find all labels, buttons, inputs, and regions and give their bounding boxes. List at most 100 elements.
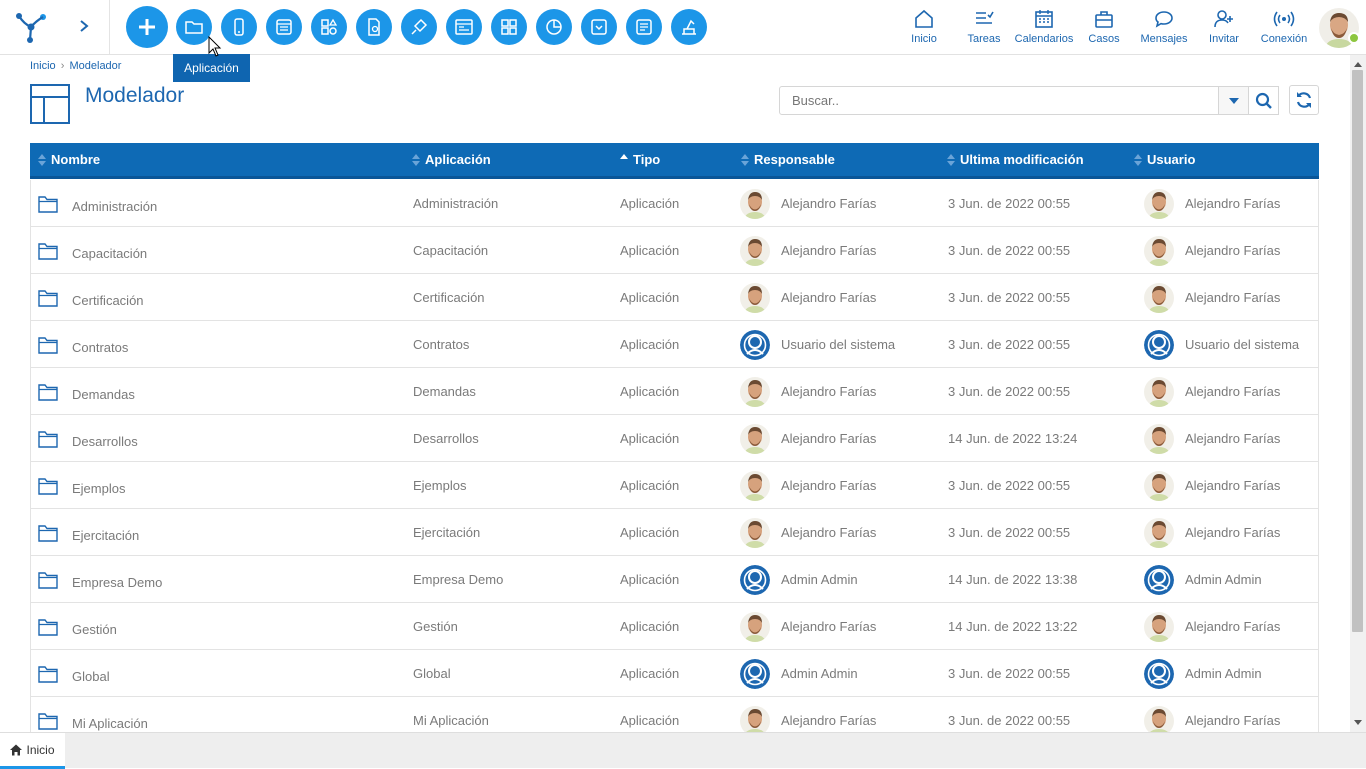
cell-modificacion: 3 Jun. de 2022 00:55 <box>948 713 1071 728</box>
cell-usuario: Alejandro Farías <box>1144 462 1280 509</box>
add-button[interactable] <box>126 6 168 48</box>
chart-button[interactable] <box>536 9 572 45</box>
breadcrumb-current: Modelador <box>69 60 122 72</box>
grid-button[interactable] <box>491 9 527 45</box>
nav-calendarios[interactable]: Calendarios <box>1014 8 1074 48</box>
column-label: Tipo <box>633 152 661 167</box>
cell-usuario-text: Alejandro Farías <box>1185 619 1281 634</box>
chevron-right-icon[interactable] <box>76 16 92 36</box>
tab-inicio[interactable]: Inicio <box>0 733 65 769</box>
cell-responsable: Alejandro Farías <box>740 697 876 733</box>
cell-usuario: Alejandro Farías <box>1144 509 1280 556</box>
column-header-ultima-modificacion[interactable]: Ultima modificación <box>947 143 1084 176</box>
cell-usuario-text: Alejandro Farías <box>1185 290 1281 305</box>
table-row[interactable]: Ejercitación Ejercitación Aplicación Alejan… <box>30 509 1319 556</box>
search-button[interactable] <box>1249 86 1279 115</box>
cell-nombre-text: Administración <box>72 199 158 214</box>
avatar <box>740 423 770 454</box>
search-input[interactable] <box>779 86 1219 115</box>
cell-responsable: Alejandro Farías <box>740 415 876 462</box>
table-row[interactable]: Administración Administración Aplicación Al… <box>30 180 1319 227</box>
nav-tareas[interactable]: Tareas <box>964 8 1004 48</box>
dropdown-box-icon <box>591 19 607 35</box>
cell-tipo: Aplicación <box>620 619 680 634</box>
table-row[interactable]: Gestión Gestión Aplicación Alejandro Farías… <box>30 603 1319 650</box>
breadcrumb-home-link[interactable]: Inicio <box>30 60 56 72</box>
integration-button[interactable] <box>401 9 437 45</box>
window-button[interactable] <box>446 9 482 45</box>
tooltip: Aplicación <box>173 54 250 82</box>
mouse-cursor-icon <box>208 36 222 57</box>
table-row[interactable]: Empresa Demo Empresa Demo Aplicación Admin … <box>30 556 1319 603</box>
cell-aplicacion: Contratos <box>413 337 470 352</box>
folder-icon <box>38 242 58 260</box>
cell-responsable: Alejandro Farías <box>740 509 876 556</box>
avatar <box>740 235 770 266</box>
cell-nombre: Gestión <box>38 603 117 650</box>
column-header-aplicacion[interactable]: Aplicación <box>412 143 491 176</box>
nav-mensajes[interactable]: Mensajes <box>1139 8 1189 48</box>
table-row[interactable]: Desarrollos Desarrollos Aplicación Alejandr… <box>30 415 1319 462</box>
refresh-button[interactable] <box>1289 85 1319 115</box>
nav-conexion-label: Conexión <box>1260 33 1308 45</box>
mobile-button[interactable] <box>221 9 257 45</box>
cell-responsable-text: Alejandro Farías <box>781 431 877 446</box>
scrollbar-thumb[interactable] <box>1352 70 1363 632</box>
folder-icon <box>38 336 58 354</box>
cell-tipo: Aplicación <box>620 384 680 399</box>
cell-tipo: Aplicación <box>620 337 680 352</box>
scroll-up-icon[interactable] <box>1353 60 1363 68</box>
folder-icon <box>38 383 58 401</box>
home-icon <box>915 9 933 28</box>
nav-tareas-label: Tareas <box>967 33 1001 45</box>
table-row[interactable]: Demandas Demandas Aplicación Alejandro Farí… <box>30 368 1319 415</box>
breadcrumb: Inicio › Modelador <box>30 60 121 72</box>
list-button[interactable] <box>626 9 662 45</box>
cell-nombre: Contratos <box>38 321 128 368</box>
cell-usuario-text: Alejandro Farías <box>1185 713 1281 728</box>
avatar <box>740 376 770 407</box>
system-user-icon <box>740 329 770 360</box>
column-header-nombre[interactable]: Nombre <box>38 143 100 176</box>
cell-responsable-text: Admin Admin <box>781 572 858 587</box>
folder-icon <box>38 477 58 495</box>
column-header-tipo[interactable]: Tipo <box>620 143 660 176</box>
nav-conexion[interactable]: Conexión <box>1259 8 1309 48</box>
worker-button[interactable] <box>671 9 707 45</box>
cell-modificacion: 3 Jun. de 2022 00:55 <box>948 337 1071 352</box>
table-row[interactable]: Mi Aplicación Mi Aplicación Aplicación Alej… <box>30 697 1319 733</box>
table-row[interactable]: Capacitación Capacitación Aplicación Alejan… <box>30 227 1319 274</box>
app-logo-icon[interactable] <box>14 10 48 44</box>
cell-responsable: Admin Admin <box>740 556 858 603</box>
cell-usuario-text: Admin Admin <box>1185 666 1262 681</box>
application-button[interactable] <box>176 9 212 45</box>
avatar <box>1144 282 1174 313</box>
document-settings-button[interactable] <box>356 9 392 45</box>
cell-nombre-text: Ejercitación <box>72 528 140 543</box>
table-row[interactable]: Contratos Contratos Aplicación Usuario del … <box>30 321 1319 368</box>
cell-nombre: Demandas <box>38 368 135 415</box>
system-user-icon <box>740 658 770 689</box>
column-header-responsable[interactable]: Responsable <box>741 143 835 176</box>
table-row[interactable]: Certificación Certificación Aplicación Alej… <box>30 274 1319 321</box>
table-row[interactable]: Ejemplos Ejemplos Aplicación Alejandro Farí… <box>30 462 1319 509</box>
scroll-down-icon[interactable] <box>1353 719 1363 727</box>
nav-invitar[interactable]: Invitar <box>1204 8 1244 48</box>
table-row[interactable]: Global Global Aplicación Admin Admin 3 Jun. … <box>30 650 1319 697</box>
folder-icon <box>38 571 58 589</box>
nav-casos[interactable]: Casos <box>1084 8 1124 48</box>
nav-inicio[interactable]: Inicio <box>904 8 944 48</box>
cell-tipo: Aplicación <box>620 478 680 493</box>
dropdown-button[interactable] <box>581 9 617 45</box>
system-user-icon <box>1144 658 1174 689</box>
cell-responsable-text: Alejandro Farías <box>781 525 877 540</box>
form-button[interactable] <box>266 9 302 45</box>
cell-nombre-text: Global <box>72 669 110 684</box>
column-header-usuario[interactable]: Usuario <box>1134 143 1195 176</box>
search-options-button[interactable] <box>1219 86 1249 115</box>
cell-usuario: Alejandro Farías <box>1144 603 1280 650</box>
shapes-button[interactable] <box>311 9 347 45</box>
cell-responsable-text: Alejandro Farías <box>781 384 877 399</box>
system-user-icon <box>740 564 770 595</box>
search-icon <box>1255 92 1272 109</box>
